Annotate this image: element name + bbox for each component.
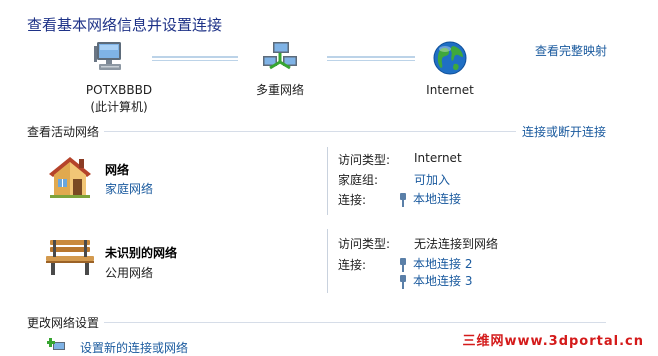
internet-node-label: Internet [426, 83, 474, 97]
map-connection-line-2 [327, 56, 415, 58]
network-2-access-type-value: 无法连接到网络 [414, 237, 499, 251]
change-settings-title: 更改网络设置 [27, 316, 100, 330]
network-2-connection-link-2[interactable]: 本地连接 3 [399, 272, 472, 289]
network-2-name: 未识别的网络 [105, 246, 178, 260]
network-2-type: 公用网络 [105, 266, 154, 280]
map-connection-line-shadow [152, 60, 238, 61]
site-watermark: 三维网www.3dportal.cn [462, 334, 644, 349]
view-full-map-link[interactable]: 查看完整映射 [535, 42, 607, 59]
active-networks-title: 查看活动网络 [27, 125, 100, 139]
globe-icon [432, 40, 468, 76]
computer-icon [93, 40, 127, 72]
ethernet-plug-icon [399, 274, 407, 289]
network-2-separator [327, 229, 328, 293]
map-connection-line [152, 56, 238, 58]
ethernet-plug-icon [399, 192, 407, 207]
park-bench-icon [44, 237, 96, 277]
network-1-homegroup-link[interactable]: 可加入 [414, 171, 450, 188]
network-2-connection-label: 连接: [338, 258, 367, 272]
map-connection-line-2-shadow [327, 60, 415, 61]
network-2-access-type-label: 访问类型: [338, 237, 391, 251]
computer-node-label: POTXBBBD (此计算机) [60, 82, 178, 116]
change-settings-rule [104, 322, 606, 323]
network-2-connection-1-text: 本地连接 2 [413, 257, 473, 271]
network-1-type-link[interactable]: 家庭网络 [105, 180, 153, 197]
network-1-connection-text: 本地连接 [413, 192, 462, 206]
network-1-access-type-label: 访问类型: [338, 153, 391, 167]
house-icon [46, 153, 94, 199]
setup-new-connection-link[interactable]: 设置新的连接或网络 [80, 339, 188, 356]
network-2-connection-link-1[interactable]: 本地连接 2 [399, 255, 472, 272]
network-2-connection-2-text: 本地连接 3 [413, 274, 473, 288]
multiple-networks-icon [261, 40, 299, 74]
network-1-access-type-value: Internet [414, 151, 462, 165]
ethernet-plug-icon [399, 257, 407, 272]
new-connection-icon [46, 338, 67, 352]
computer-subtitle: (此计算机) [90, 100, 148, 114]
network-1-separator [327, 147, 328, 215]
computer-name: POTXBBBD [85, 83, 153, 97]
network-1-connection-label: 连接: [338, 193, 367, 207]
page-title: 查看基本网络信息并设置连接 [27, 16, 223, 34]
multiple-networks-label: 多重网络 [255, 83, 304, 97]
network-1-homegroup-label: 家庭组: [338, 173, 379, 187]
network-1-connection-link[interactable]: 本地连接 [399, 190, 461, 207]
network-1-name: 网络 [105, 163, 130, 177]
connect-disconnect-link[interactable]: 连接或断开连接 [522, 123, 606, 140]
active-networks-rule [104, 131, 516, 132]
